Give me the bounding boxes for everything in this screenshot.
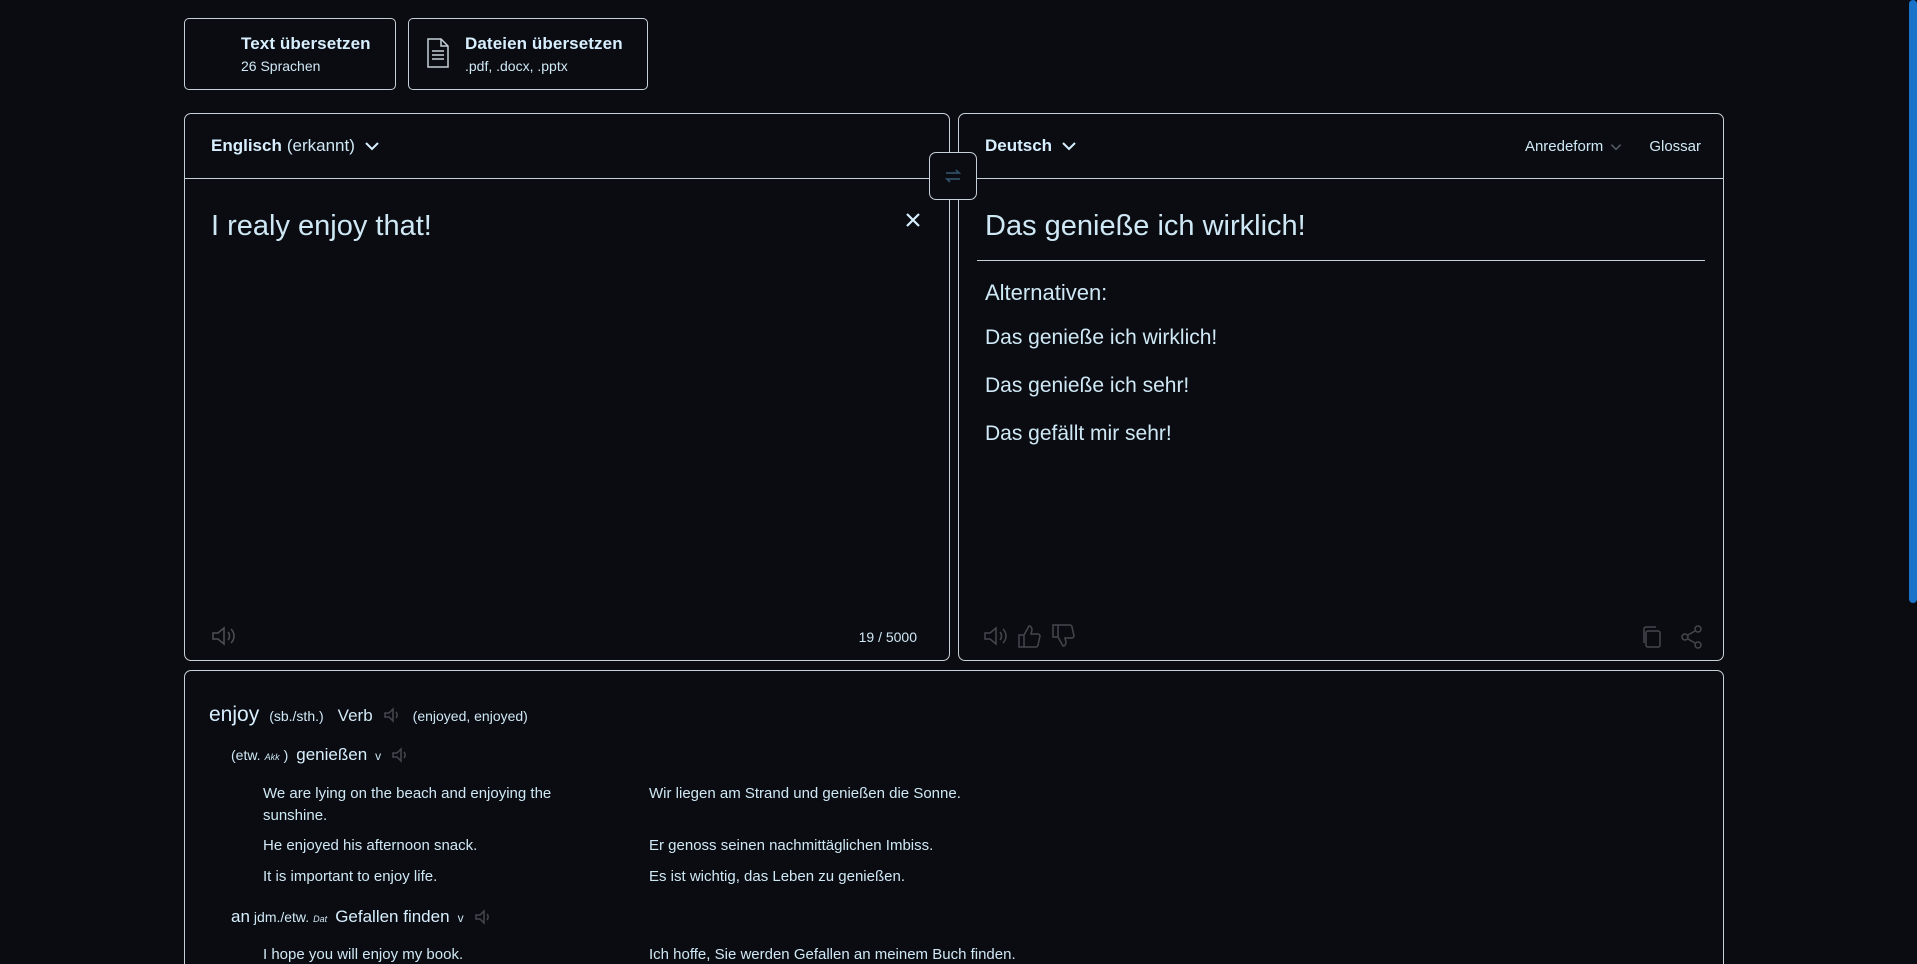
- dictionary-headword: enjoy: [209, 703, 260, 726]
- example-en: I hope you will enjoy my book.: [263, 946, 464, 963]
- speaker-icon[interactable]: [383, 707, 403, 723]
- source-language-select[interactable]: Englisch (erkannt): [211, 136, 381, 156]
- tab-file-translate[interactable]: Dateien übersetzen .pdf, .docx, .pptx: [408, 18, 648, 90]
- detected-label: (erkannt): [286, 136, 355, 155]
- sense-prefix: jdm./etw.: [253, 909, 310, 925]
- example-de: Wir liegen am Strand und genießen die So…: [649, 785, 961, 802]
- speaker-icon[interactable]: [209, 624, 237, 648]
- target-language: Deutsch: [985, 136, 1053, 155]
- sense-translation[interactable]: genießen: [296, 745, 367, 765]
- formality-label: Anredeform: [1524, 138, 1604, 155]
- chevron-down-icon: [365, 142, 379, 151]
- sense-prefix: an: [231, 907, 250, 926]
- dictionary-object: (sb./sth.): [269, 708, 324, 724]
- dictionary-sense: an jdm./etw. Dat Gefallen finden v: [231, 907, 494, 927]
- divider: [977, 260, 1705, 261]
- speaker-icon[interactable]: [474, 909, 494, 925]
- share-icon[interactable]: [1679, 624, 1705, 650]
- scrollbar[interactable]: [1909, 0, 1917, 603]
- speaker-icon[interactable]: [981, 622, 1009, 650]
- thumbs-up-icon[interactable]: [1015, 622, 1043, 650]
- dictionary-panel: enjoy (sb./sth.) Verb (enjoyed, enjoyed)…: [184, 670, 1724, 964]
- swap-icon: [944, 169, 962, 183]
- target-header: Deutsch Anredeform Glossar: [959, 114, 1723, 179]
- form-separator: ,: [466, 708, 471, 724]
- example-de: Es ist wichtig, das Leben zu genießen.: [649, 868, 905, 885]
- glossary-button[interactable]: Glossar: [1649, 138, 1701, 155]
- tab-title: Text übersetzen: [241, 34, 371, 53]
- example-en: We are lying on the beach and enjoying t…: [263, 785, 552, 824]
- case-marker: Akk: [264, 752, 280, 762]
- translation-output: Das genieße ich wirklich!: [985, 210, 1306, 242]
- chevron-down-icon: [1062, 142, 1076, 151]
- source-language: Englisch: [211, 136, 282, 155]
- feedback-icons: [981, 622, 1077, 650]
- dictionary-entry-header: enjoy (sb./sth.) Verb (enjoyed, enjoyed): [209, 703, 528, 727]
- dictionary-forms: (enjoyed, enjoyed): [413, 708, 528, 724]
- form-participle: enjoyed): [474, 708, 528, 724]
- target-panel: Deutsch Anredeform Glossar Das genieße i…: [958, 113, 1724, 661]
- character-counter: 19 / 5000: [858, 629, 917, 645]
- mode-tabs: Text übersetzen 26 Sprachen Dateien über…: [184, 18, 648, 90]
- copy-icon[interactable]: [1639, 624, 1665, 650]
- sense-type: v: [457, 911, 464, 925]
- alternatives-label: Alternativen:: [985, 280, 1108, 305]
- alternative-item[interactable]: Das gefällt mir sehr!: [985, 422, 1172, 446]
- target-options: Anredeform Glossar: [1525, 114, 1701, 179]
- chevron-down-icon: [1611, 143, 1622, 150]
- alternative-item[interactable]: Das genieße ich wirklich!: [985, 326, 1217, 350]
- sense-prefix: (etw.: [231, 747, 261, 763]
- example-de: Er genoss seinen nachmittäglichen Imbiss…: [649, 837, 934, 854]
- source-text-input[interactable]: I realy enjoy that!: [211, 210, 432, 243]
- document-icon: [427, 38, 449, 68]
- sense-translation[interactable]: Gefallen finden: [335, 907, 449, 927]
- example-de: Ich hoffe, Sie werden Gefallen an meinem…: [649, 946, 1016, 963]
- source-panel: Englisch (erkannt) I realy enjoy that! 1…: [184, 113, 950, 661]
- tab-title: Dateien übersetzen: [465, 34, 623, 53]
- close-icon[interactable]: [901, 208, 925, 232]
- alternative-item[interactable]: Das genieße ich sehr!: [985, 374, 1189, 398]
- tab-subtitle: .pdf, .docx, .pptx: [465, 58, 568, 74]
- example-en: He enjoyed his afternoon snack.: [263, 837, 478, 854]
- sense-prefix-end: ): [283, 747, 289, 763]
- target-language-select[interactable]: Deutsch: [985, 136, 1078, 156]
- dictionary-sense: (etw. Akk) genießen v: [231, 745, 411, 765]
- formality-select[interactable]: Anredeform: [1525, 138, 1623, 155]
- speaker-icon[interactable]: [391, 747, 411, 763]
- swap-languages-button[interactable]: [929, 152, 977, 200]
- form-past: (enjoyed: [412, 708, 467, 724]
- source-header: Englisch (erkannt): [185, 114, 949, 179]
- dictionary-pos: Verb: [337, 706, 373, 725]
- sense-type: v: [375, 749, 382, 763]
- case-marker: Dat: [313, 914, 328, 924]
- tab-subtitle: 26 Sprachen: [241, 58, 321, 74]
- thumbs-down-icon[interactable]: [1049, 622, 1077, 650]
- example-en: It is important to enjoy life.: [263, 868, 438, 885]
- tab-text-translate[interactable]: Text übersetzen 26 Sprachen: [184, 18, 396, 90]
- output-actions: [1639, 624, 1705, 650]
